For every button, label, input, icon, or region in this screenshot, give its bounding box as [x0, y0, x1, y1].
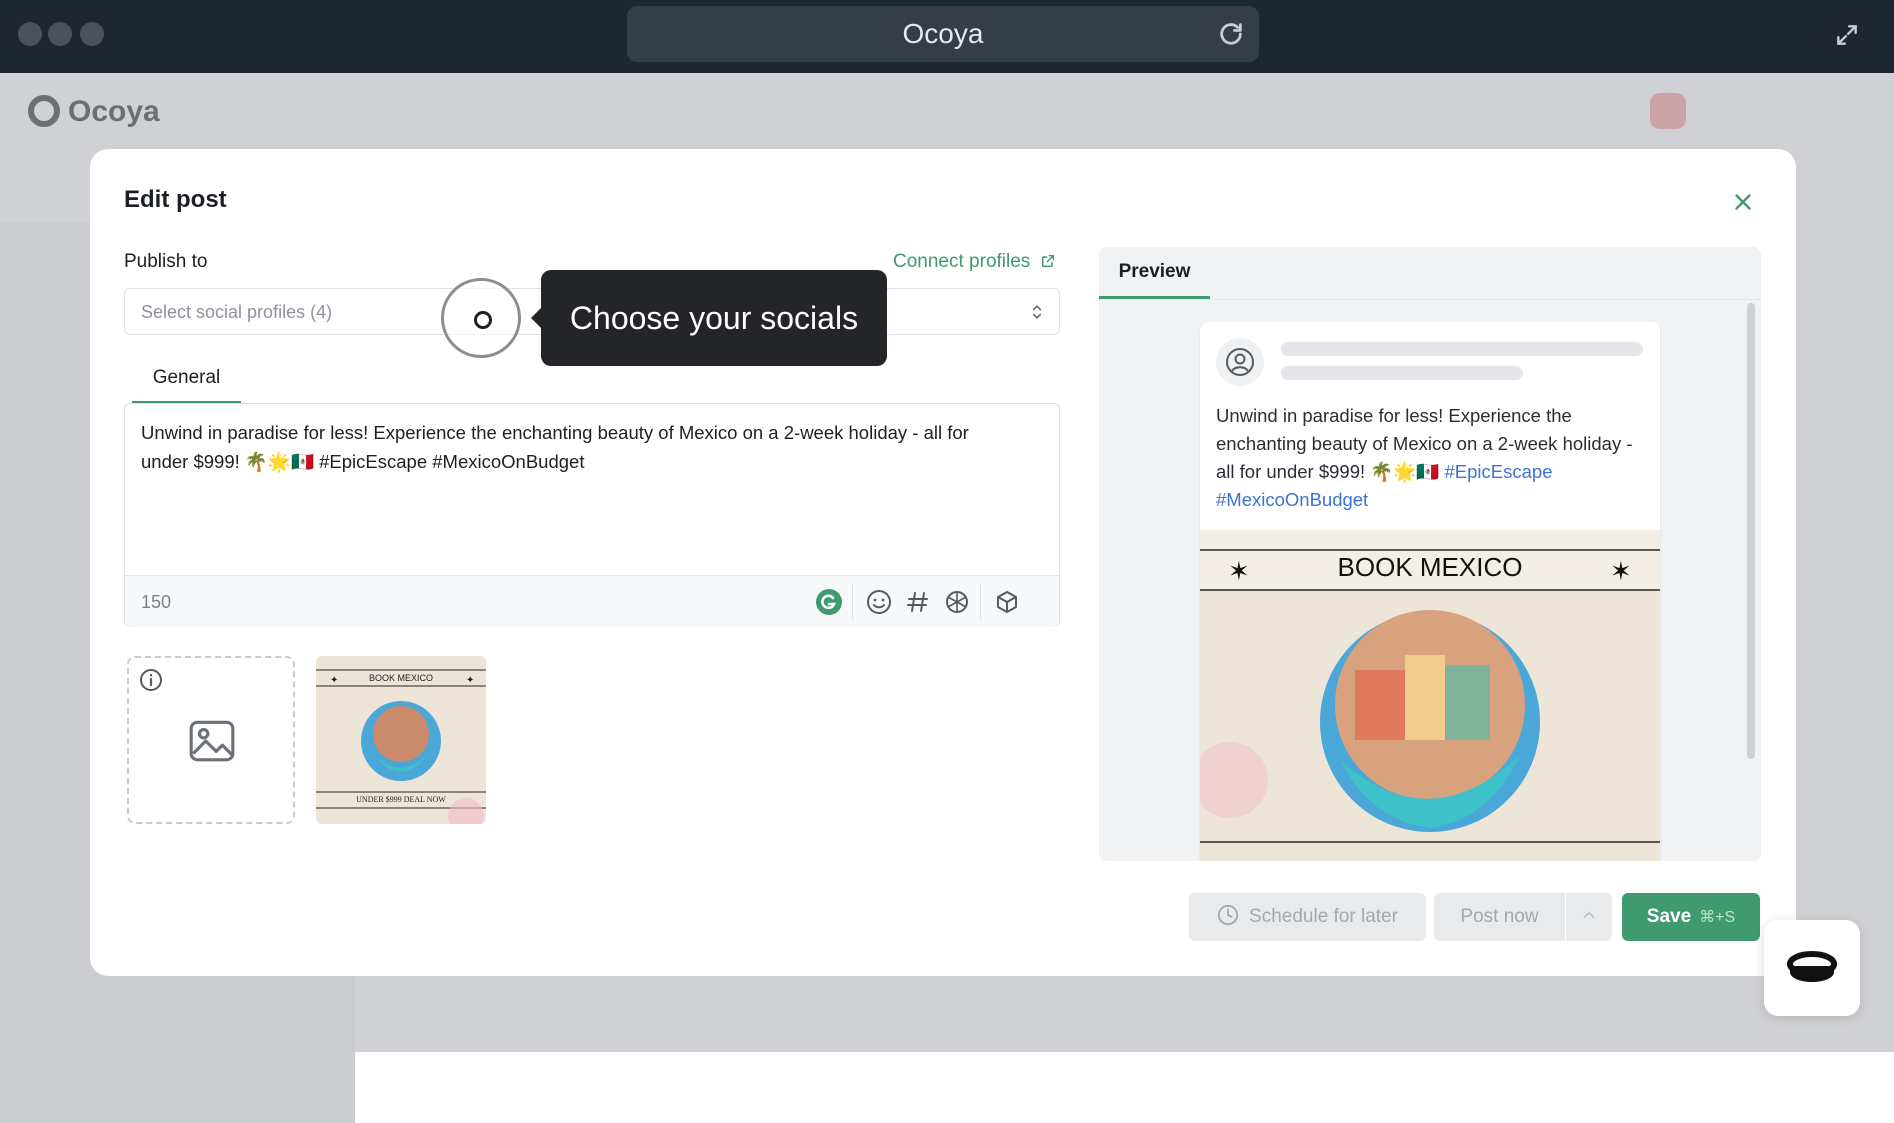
post-options-button[interactable]	[1566, 893, 1612, 941]
tooltip-text: Choose your socials	[569, 300, 859, 336]
skeleton-line	[1281, 366, 1523, 380]
window-titlebar: Ocoya	[0, 0, 1894, 73]
publish-to-label: Publish to	[124, 251, 208, 272]
info-icon[interactable]	[139, 668, 163, 692]
preview-body: Unwind in paradise for less! Experience …	[1216, 405, 1633, 482]
media-upload-box[interactable]	[127, 656, 295, 824]
clock-icon	[1217, 904, 1239, 926]
address-bar[interactable]: Ocoya	[627, 6, 1259, 62]
emoji-icon[interactable]	[865, 588, 893, 616]
close-icon[interactable]	[1730, 189, 1756, 215]
hashtag-icon[interactable]	[904, 588, 932, 616]
user-avatar	[1650, 93, 1686, 129]
fullscreen-icon[interactable]	[1834, 22, 1860, 48]
skeleton-line	[1281, 342, 1643, 356]
save-label: Save	[1646, 906, 1692, 927]
connect-profiles-label: Connect profiles	[893, 251, 1031, 272]
edit-post-modal: Edit post Publish to Connect profiles Se…	[90, 149, 1796, 976]
cursor-highlight	[441, 278, 521, 358]
avatar	[1216, 338, 1264, 386]
thumbnail-footer: UNDER $999 DEAL NOW	[356, 795, 446, 804]
tooltip: Choose your socials	[531, 270, 887, 366]
preview-image-title: BOOK MEXICO	[1337, 552, 1523, 582]
screen: Ocoya Ocoya Edit post Publish to Connect…	[0, 0, 1894, 1123]
connect-profiles-link[interactable]: Connect profiles	[893, 251, 1056, 273]
tab-general[interactable]: General	[132, 354, 241, 404]
user-circle-icon	[1226, 348, 1254, 376]
cube-icon[interactable]	[993, 588, 1021, 616]
chevron-up-icon	[1583, 911, 1595, 918]
preview-text: Unwind in paradise for less! Experience …	[1216, 402, 1646, 514]
media-thumbnail[interactable]: ✦ ✦ BOOK MEXICO UNDER $999 DEAL NOW	[316, 656, 486, 824]
image-placeholder-icon	[189, 720, 235, 762]
schedule-later-label: Schedule for later	[1249, 906, 1398, 927]
address-bar-title: Ocoya	[902, 18, 984, 49]
help-widget-button[interactable]	[1764, 920, 1860, 1016]
tab-preview[interactable]: Preview	[1099, 247, 1210, 299]
editor-toolbar: 150	[125, 575, 1059, 627]
schedule-later-button[interactable]: Schedule for later	[1189, 893, 1426, 941]
external-link-icon	[1041, 254, 1054, 268]
hashtag-link[interactable]: #MexicoOnBudget	[1216, 489, 1368, 510]
grammarly-icon[interactable]	[815, 588, 843, 616]
help-widget-icon	[1787, 951, 1837, 982]
thumbnail-title: BOOK MEXICO	[368, 673, 433, 683]
hashtag-link[interactable]: #EpicEscape	[1445, 461, 1553, 482]
save-shortcut: ⌘+S	[1699, 909, 1736, 926]
app-brand: Ocoya	[68, 95, 160, 128]
close-window-button[interactable]	[18, 22, 42, 46]
app-logo: Ocoya	[28, 95, 160, 129]
modal-title: Edit post	[124, 186, 227, 213]
save-button[interactable]: Save ⌘+S	[1622, 893, 1760, 941]
post-now-button[interactable]: Post now	[1434, 893, 1565, 941]
character-count: 150	[141, 592, 172, 612]
zoom-window-button[interactable]	[80, 22, 104, 46]
post-text[interactable]: Unwind in paradise for less! Experience …	[141, 418, 1021, 476]
preview-scrollbar[interactable]	[1747, 303, 1755, 759]
chevron-updown-icon	[1032, 304, 1042, 320]
reload-icon[interactable]	[1217, 20, 1245, 48]
preview-card: Unwind in paradise for less! Experience …	[1200, 322, 1660, 861]
post-editor[interactable]: Unwind in paradise for less! Experience …	[124, 403, 1060, 627]
minimize-window-button[interactable]	[48, 22, 72, 46]
select-placeholder: Select social profiles (4)	[141, 302, 333, 322]
preview-panel: Preview Unwind in paradise for less! Exp…	[1099, 247, 1761, 861]
ai-openai-icon[interactable]	[943, 588, 971, 616]
preview-image: ✶ ✶ BOOK MEXICO	[1200, 530, 1660, 861]
